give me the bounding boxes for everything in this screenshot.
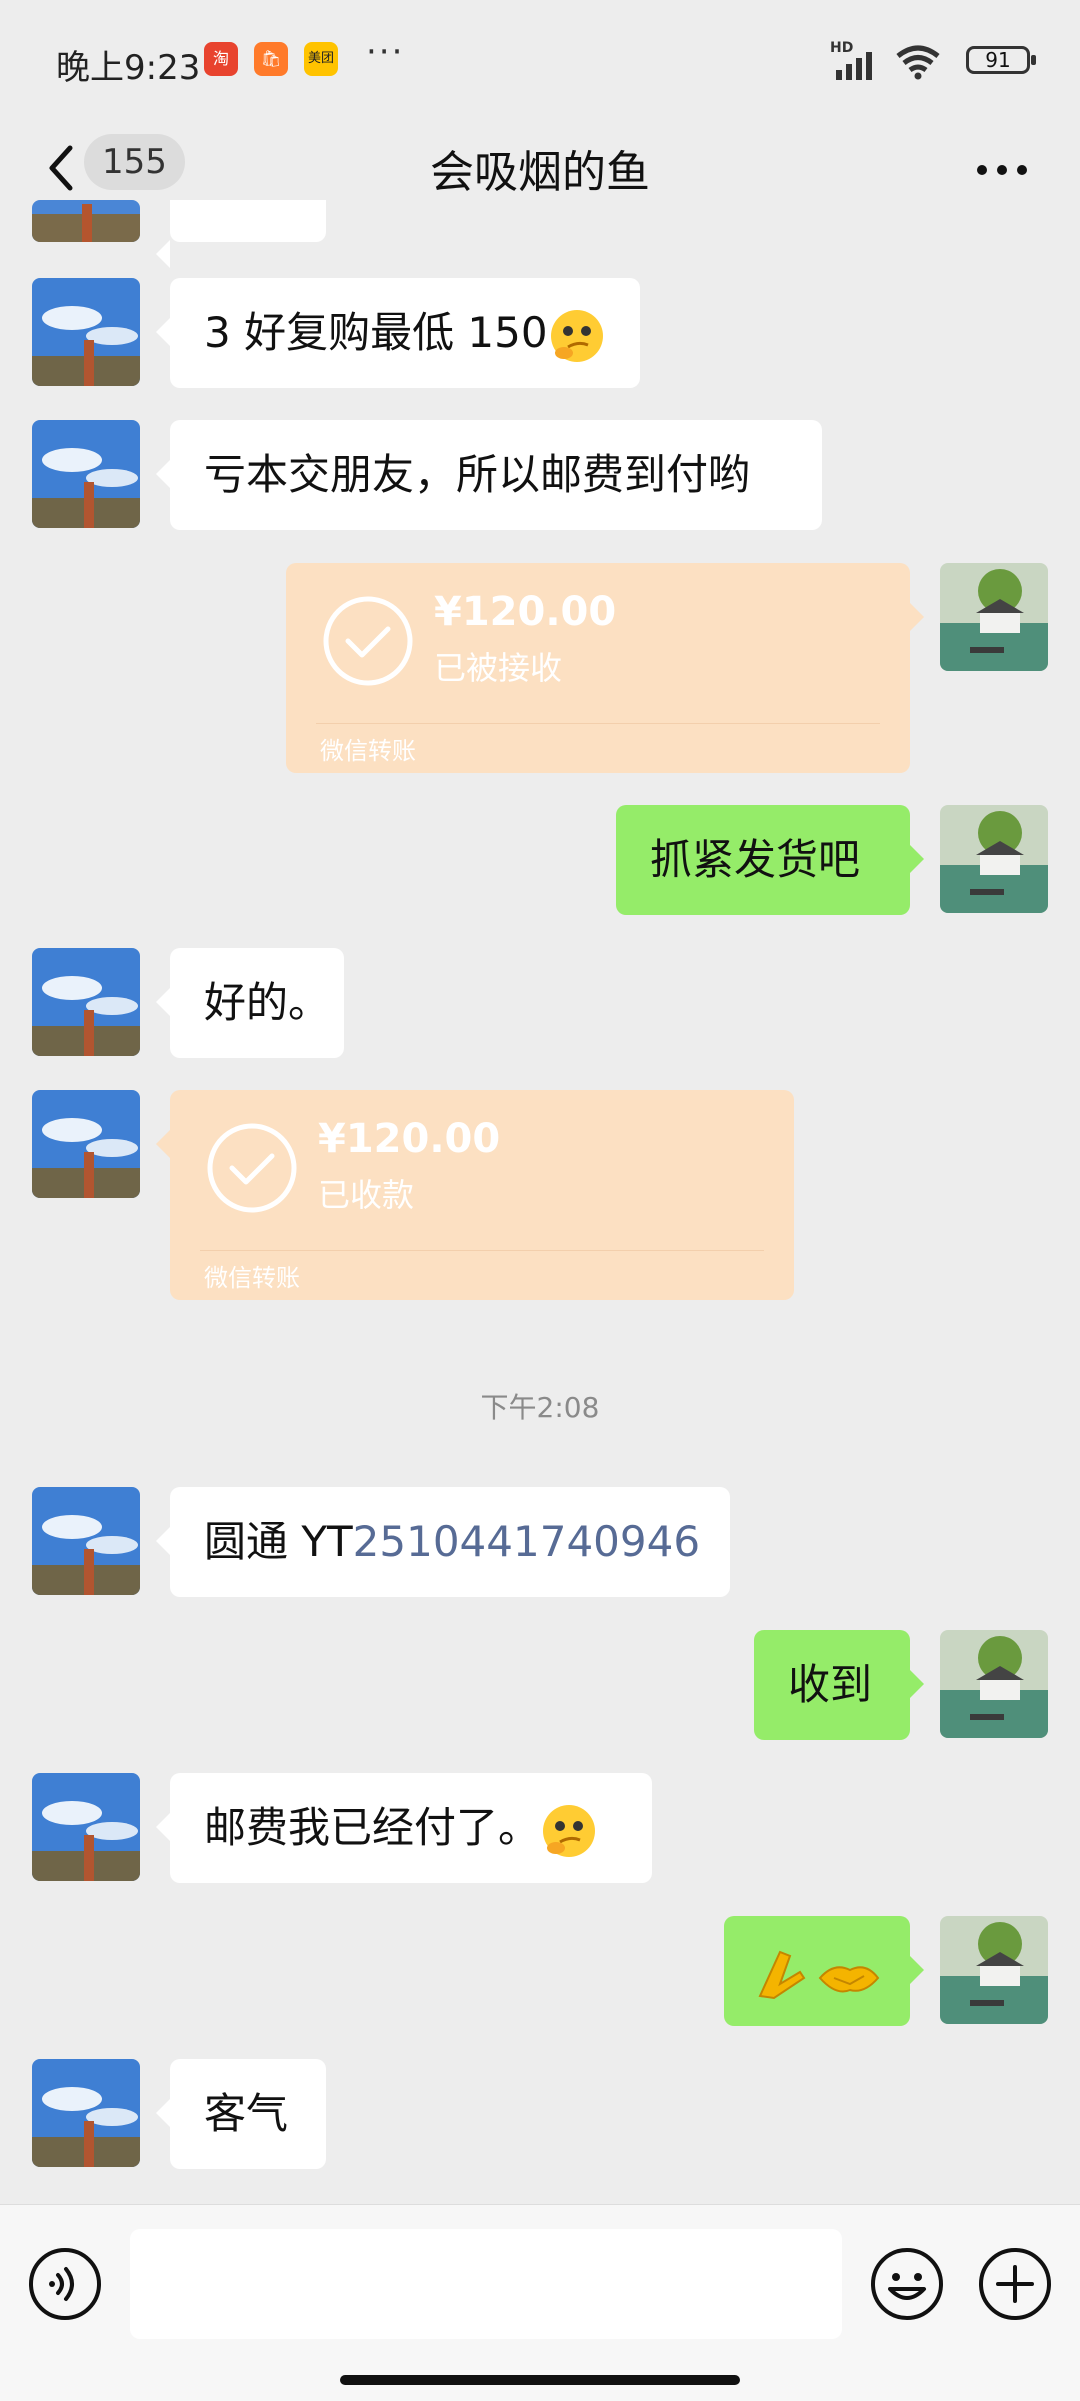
my-avatar[interactable] xyxy=(940,805,1048,913)
status-bar: 晚上9:23 淘 🛍 美团 ··· HD 91 xyxy=(0,0,1080,120)
message-bubble-partial[interactable] xyxy=(156,200,326,268)
message-text: 亏本交朋友，所以邮费到付哟 xyxy=(204,450,751,499)
wifi-icon xyxy=(896,45,940,80)
shopping-bag-icon: 🛍 xyxy=(254,42,288,76)
message-text: 抓紧发货吧 xyxy=(650,835,861,884)
taobao-icon: 淘 xyxy=(204,42,238,76)
contact-avatar[interactable] xyxy=(32,1773,140,1881)
transfer-amount: ¥120.00 xyxy=(434,589,617,635)
contact-avatar[interactable] xyxy=(32,1487,140,1595)
more-notifications-icon: ··· xyxy=(366,32,405,72)
contact-avatar[interactable] xyxy=(32,2059,140,2167)
voice-input-icon[interactable] xyxy=(28,2247,102,2321)
emoji-picker-icon[interactable] xyxy=(870,2247,944,2321)
message-bubble[interactable] xyxy=(724,1916,924,2026)
message-text: 圆通 YT xyxy=(204,1517,353,1566)
contact-avatar[interactable] xyxy=(32,1090,140,1198)
message-text: 收到 xyxy=(788,1660,873,1709)
contact-avatar[interactable] xyxy=(32,948,140,1056)
message-bubble[interactable]: 圆通 YT2510441740946 xyxy=(156,1487,730,1597)
message-text: 3 好复购最低 150 xyxy=(204,308,548,357)
more-options-icon[interactable] xyxy=(972,140,1032,200)
my-avatar[interactable] xyxy=(940,1630,1048,1738)
my-avatar[interactable] xyxy=(940,563,1048,671)
check-circle-icon xyxy=(323,596,413,686)
contact-avatar[interactable] xyxy=(32,420,140,528)
unread-count-badge[interactable]: 155 xyxy=(84,134,185,190)
smirk-emoji-icon xyxy=(550,309,603,362)
message-bubble[interactable]: 收到 xyxy=(754,1630,924,1740)
transfer-amount: ¥120.00 xyxy=(318,1116,501,1162)
message-bubble[interactable]: 抓紧发货吧 xyxy=(616,805,924,915)
battery-icon: 91 xyxy=(966,46,1036,74)
check-circle-icon xyxy=(207,1123,297,1213)
chat-header: 会吸烟的鱼 155 xyxy=(0,120,1080,220)
message-bubble[interactable]: 3 好复购最低 150 xyxy=(156,278,640,388)
message-input[interactable] xyxy=(130,2229,842,2339)
message-bubble[interactable]: 好的。 xyxy=(156,948,344,1058)
contact-avatar[interactable] xyxy=(32,278,140,386)
status-indicators: HD 91 xyxy=(830,40,1036,80)
transfer-card[interactable]: ¥120.00 已收款 微信转账 xyxy=(156,1090,794,1300)
contact-avatar[interactable] xyxy=(32,200,140,242)
more-actions-plus-icon[interactable] xyxy=(978,2247,1052,2321)
divider xyxy=(200,1250,764,1251)
transfer-card[interactable]: ¥120.00 已被接收 微信转账 xyxy=(286,563,924,773)
message-text: 邮费我已经付了。 xyxy=(204,1803,541,1852)
message-timestamp: 下午2:08 xyxy=(480,1391,600,1424)
transfer-status: 已被接收 xyxy=(434,649,563,687)
input-bar xyxy=(0,2204,1080,2401)
status-time: 晚上9:23 xyxy=(56,48,201,88)
message-bubble[interactable]: 亏本交朋友，所以邮费到付哟 xyxy=(156,420,822,530)
divider xyxy=(316,723,880,724)
message-text: 好的。 xyxy=(204,978,331,1027)
tracking-number-link[interactable]: 2510441740946 xyxy=(353,1517,700,1566)
meituan-icon: 美团 xyxy=(304,42,338,76)
my-avatar[interactable] xyxy=(940,1916,1048,2024)
signal-icon xyxy=(836,52,872,80)
message-bubble[interactable]: 客气 xyxy=(156,2059,326,2169)
transfer-label: 微信转账 xyxy=(204,1264,300,1292)
pray-handshake-emoji-icon xyxy=(758,1950,880,1999)
message-text: 客气 xyxy=(204,2089,289,2138)
transfer-status: 已收款 xyxy=(318,1176,415,1214)
smirk-emoji-icon xyxy=(543,1804,596,1857)
home-indicator[interactable] xyxy=(340,2375,740,2385)
message-bubble[interactable]: 邮费我已经付了。 xyxy=(156,1773,652,1883)
transfer-label: 微信转账 xyxy=(320,737,416,765)
